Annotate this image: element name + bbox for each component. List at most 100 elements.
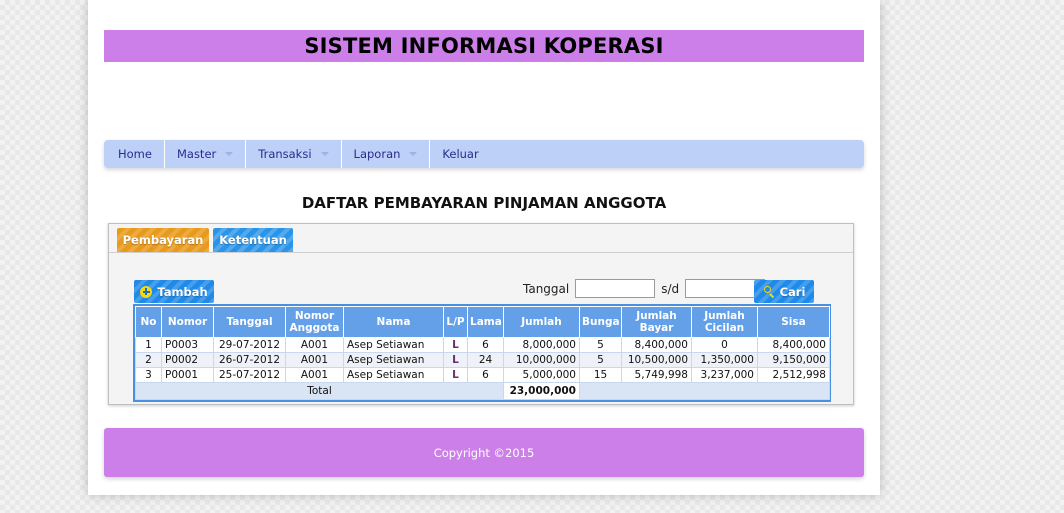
chevron-down-icon <box>320 152 329 156</box>
nav-item-transaksi-label: Transaksi <box>258 147 312 161</box>
nav-item-laporan-label: Laporan <box>353 147 401 161</box>
page-title: DAFTAR PEMBAYARAN PINJAMAN ANGGOTA <box>301 194 667 212</box>
chevron-down-icon <box>225 152 234 156</box>
plus-circle-icon <box>140 285 153 298</box>
cell-lp: L <box>443 337 468 354</box>
col-header-lama: Lama <box>467 305 504 339</box>
table-header-row: No Nomor Tanggal Nomor Anggota Nama L/P … <box>135 305 830 339</box>
cell-nomor-anggota: A001 <box>285 367 344 384</box>
tab-ketentuan-label: Ketentuan <box>219 233 287 247</box>
page-container: SISTEM INFORMASI KOPERASI Home Master Tr… <box>88 0 880 495</box>
data-table-container: No Nomor Tanggal Nomor Anggota Nama L/P … <box>133 304 831 403</box>
cell-jumlah-bayar: 5,749,998 <box>621 367 692 384</box>
page-footer: Copyright ©2015 <box>104 428 864 477</box>
cell-jumlah-bayar: 8,400,000 <box>621 337 692 354</box>
cell-jumlah: 8,000,000 <box>503 337 580 354</box>
col-header-jumlah-bayar-line1: Jumlah <box>636 310 677 322</box>
total-value: 23,000,000 <box>503 382 580 401</box>
col-header-jumlah-cicilan-line1: Jumlah <box>704 310 745 322</box>
tab-pembayaran[interactable]: Pembayaran <box>117 228 209 252</box>
search-button[interactable]: Cari <box>754 280 814 303</box>
nav-item-keluar-label: Keluar <box>442 147 479 161</box>
cell-jumlah: 10,000,000 <box>503 352 580 369</box>
chevron-down-icon <box>409 152 418 156</box>
page-inner: SISTEM INFORMASI KOPERASI Home Master Tr… <box>104 0 864 495</box>
cell-sisa: 2,512,998 <box>757 367 830 384</box>
col-header-jumlah-bayar-line2: Bayar <box>639 322 674 335</box>
table-row[interactable]: 1 P0003 29-07-2012 A001 Asep Setiawan L … <box>135 337 830 354</box>
total-blank <box>579 382 830 401</box>
table-row[interactable]: 2 P0002 26-07-2012 A001 Asep Setiawan L … <box>135 352 830 369</box>
cell-sisa: 8,400,000 <box>757 337 830 354</box>
table-body: 1 P0003 29-07-2012 A001 Asep Setiawan L … <box>135 337 830 384</box>
col-header-jumlah-bayar: Jumlah Bayar <box>621 305 692 339</box>
cell-tanggal: 25-07-2012 <box>213 367 286 384</box>
cell-nomor: P0003 <box>161 337 214 354</box>
cell-nomor: P0002 <box>161 352 214 369</box>
tab-strip: Pembayaran Ketentuan <box>109 224 853 253</box>
nav-item-laporan[interactable]: Laporan <box>342 140 431 168</box>
col-header-bunga: Bunga <box>579 305 622 339</box>
col-header-tanggal: Tanggal <box>213 305 286 339</box>
cell-no: 2 <box>135 352 162 369</box>
col-header-jumlah: Jumlah <box>503 305 580 339</box>
add-button[interactable]: Tambah <box>134 280 214 303</box>
add-button-label: Tambah <box>157 284 208 299</box>
table-row[interactable]: 3 P0001 25-07-2012 A001 Asep Setiawan L … <box>135 367 830 384</box>
cell-bunga: 5 <box>579 352 622 369</box>
site-title: SISTEM INFORMASI KOPERASI <box>304 34 664 58</box>
date-range-separator: s/d <box>661 281 680 296</box>
cell-no: 1 <box>135 337 162 354</box>
col-header-sisa: Sisa <box>757 305 830 339</box>
site-banner: SISTEM INFORMASI KOPERASI <box>104 30 864 62</box>
cell-lp: L <box>443 367 468 384</box>
nav-item-home-label: Home <box>118 147 152 161</box>
date-filter-group: Tanggal s/d <box>523 279 766 298</box>
cell-lp: L <box>443 352 468 369</box>
nav-item-transaksi[interactable]: Transaksi <box>246 140 342 168</box>
cell-nomor: P0001 <box>161 367 214 384</box>
cell-jumlah-cicilan: 0 <box>691 337 758 354</box>
table-footer-row: Total 23,000,000 <box>135 382 830 401</box>
nav-item-keluar[interactable]: Keluar <box>430 140 490 168</box>
cell-jumlah-cicilan: 1,350,000 <box>691 352 758 369</box>
cell-nomor-anggota: A001 <box>285 337 344 354</box>
col-header-jumlah-cicilan-line2: Cicilan <box>704 322 745 335</box>
cell-jumlah: 5,000,000 <box>503 367 580 384</box>
date-filter-label: Tanggal <box>523 281 570 296</box>
cell-nama: Asep Setiawan <box>343 337 444 354</box>
col-header-nomor-anggota: Nomor Anggota <box>285 305 344 339</box>
content-panel: Pembayaran Ketentuan Tambah Tanggal s/d <box>108 223 854 405</box>
cell-bunga: 5 <box>579 337 622 354</box>
nav-item-master[interactable]: Master <box>165 140 247 168</box>
tab-ketentuan[interactable]: Ketentuan <box>213 228 293 252</box>
cell-nama: Asep Setiawan <box>343 367 444 384</box>
col-header-nama: Nama <box>343 305 444 339</box>
col-header-lp: L/P <box>443 305 468 339</box>
tab-pembayaran-label: Pembayaran <box>122 233 204 247</box>
magnifier-icon <box>763 285 775 298</box>
cell-lama: 24 <box>467 352 504 369</box>
main-navigation: Home Master Transaksi Laporan Keluar <box>104 140 864 168</box>
cell-lama: 6 <box>467 337 504 354</box>
table-toolbar: Tambah Tanggal s/d Cari <box>109 258 853 303</box>
cell-nomor-anggota: A001 <box>285 352 344 369</box>
cell-lama: 6 <box>467 367 504 384</box>
cell-no: 3 <box>135 367 162 384</box>
col-header-no: No <box>135 305 162 339</box>
search-button-label: Cari <box>779 284 806 299</box>
col-header-nomor-anggota-line2: Anggota <box>289 322 340 335</box>
cell-bunga: 15 <box>579 367 622 384</box>
cell-tanggal: 26-07-2012 <box>213 352 286 369</box>
cell-sisa: 9,150,000 <box>757 352 830 369</box>
payments-table: No Nomor Tanggal Nomor Anggota Nama L/P … <box>135 305 830 401</box>
cell-jumlah-bayar: 10,500,000 <box>621 352 692 369</box>
cell-jumlah-cicilan: 3,237,000 <box>691 367 758 384</box>
col-header-jumlah-cicilan: Jumlah Cicilan <box>691 305 758 339</box>
date-from-input[interactable] <box>575 279 656 298</box>
col-header-nomor: Nomor <box>161 305 214 339</box>
copyright-text: Copyright ©2015 <box>433 445 535 460</box>
total-label: Total <box>135 382 504 401</box>
nav-item-home[interactable]: Home <box>104 140 165 168</box>
nav-item-master-label: Master <box>176 147 217 161</box>
